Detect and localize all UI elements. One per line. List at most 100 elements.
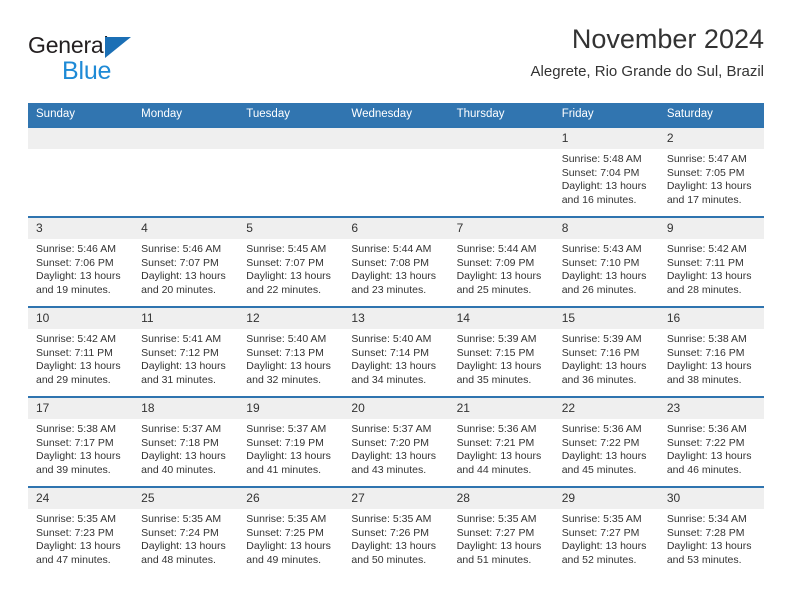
sunset-text: Sunset: 7:25 PM — [246, 526, 324, 539]
day-number: 23 — [658, 398, 764, 419]
day-number: 26 — [238, 488, 344, 509]
sunset-text: Sunset: 7:27 PM — [456, 526, 535, 539]
calendar-day-cell[interactable]: 28 Sunrise: 5:35 AM Sunset: 7:27 PM Dayl… — [448, 486, 554, 576]
day-number: 6 — [343, 218, 449, 239]
daylight-text: Daylight: 13 hours and 34 minutes. — [351, 360, 437, 386]
calendar-day-cell[interactable]: 8 Sunrise: 5:43 AM Sunset: 7:10 PM Dayli… — [553, 216, 659, 307]
day-details — [28, 149, 133, 153]
day-number: 13 — [343, 308, 449, 329]
day-details: Sunrise: 5:35 AM Sunset: 7:24 PM Dayligh… — [133, 509, 238, 567]
calendar-day-cell[interactable]: 13 Sunrise: 5:40 AM Sunset: 7:14 PM Dayl… — [343, 306, 449, 397]
day-details: Sunrise: 5:34 AM Sunset: 7:28 PM Dayligh… — [659, 509, 764, 567]
calendar-day-cell[interactable]: 14 Sunrise: 5:39 AM Sunset: 7:15 PM Dayl… — [448, 306, 554, 397]
calendar-day-cell[interactable]: 12 Sunrise: 5:40 AM Sunset: 7:13 PM Dayl… — [238, 306, 344, 397]
brand-triangle-icon — [105, 37, 132, 58]
calendar-day-cell[interactable]: 3 Sunrise: 5:46 AM Sunset: 7:06 PM Dayli… — [28, 216, 134, 307]
calendar-day-cell[interactable] — [238, 126, 344, 217]
sunset-text: Sunset: 7:19 PM — [246, 436, 324, 449]
daylight-text: Daylight: 13 hours and 40 minutes. — [141, 450, 226, 476]
calendar-day-cell[interactable]: 4 Sunrise: 5:46 AM Sunset: 7:07 PM Dayli… — [133, 216, 239, 307]
sunrise-text: Sunrise: 5:48 AM — [561, 153, 642, 165]
daylight-text: Daylight: 13 hours and 25 minutes. — [456, 270, 542, 296]
sunrise-text: Sunrise: 5:37 AM — [351, 423, 432, 435]
sunrise-text: Sunrise: 5:35 AM — [141, 513, 222, 525]
sunset-text: Sunset: 7:18 PM — [141, 436, 219, 449]
calendar-day-cell[interactable]: 27 Sunrise: 5:35 AM Sunset: 7:26 PM Dayl… — [343, 486, 449, 576]
day-number: 29 — [553, 488, 659, 509]
day-details: Sunrise: 5:40 AM Sunset: 7:14 PM Dayligh… — [343, 329, 448, 387]
sunset-text: Sunset: 7:12 PM — [141, 346, 219, 359]
sunset-text: Sunset: 7:17 PM — [36, 436, 114, 449]
daylight-text: Daylight: 13 hours and 51 minutes. — [456, 540, 542, 566]
calendar-day-cell[interactable]: 18 Sunrise: 5:37 AM Sunset: 7:18 PM Dayl… — [133, 396, 239, 487]
calendar-day-cell[interactable]: 6 Sunrise: 5:44 AM Sunset: 7:08 PM Dayli… — [343, 216, 449, 307]
calendar-day-cell[interactable] — [448, 126, 554, 217]
brand-logo[interactable]: General Blue — [28, 32, 228, 90]
calendar-day-cell[interactable] — [133, 126, 239, 217]
calendar-day-cell[interactable]: 21 Sunrise: 5:36 AM Sunset: 7:21 PM Dayl… — [448, 396, 554, 487]
sunset-text: Sunset: 7:23 PM — [36, 526, 114, 539]
calendar-day-cell[interactable]: 17 Sunrise: 5:38 AM Sunset: 7:17 PM Dayl… — [28, 396, 134, 487]
brand-logo-top-line: General — [28, 32, 228, 58]
sunrise-text: Sunrise: 5:40 AM — [246, 333, 327, 345]
day-details: Sunrise: 5:37 AM Sunset: 7:20 PM Dayligh… — [343, 419, 448, 477]
sunrise-text: Sunrise: 5:47 AM — [666, 153, 747, 165]
calendar-day-cell[interactable]: 2 Sunrise: 5:47 AM Sunset: 7:05 PM Dayli… — [658, 126, 764, 217]
day-number: 7 — [448, 218, 554, 239]
calendar-day-cell[interactable] — [343, 126, 449, 217]
calendar-week-row: 1 Sunrise: 5:48 AM Sunset: 7:04 PM Dayli… — [28, 126, 764, 217]
daylight-text: Daylight: 13 hours and 35 minutes. — [456, 360, 542, 386]
day-number: 3 — [28, 218, 134, 239]
day-number: 15 — [553, 308, 659, 329]
calendar-day-cell[interactable]: 30 Sunrise: 5:34 AM Sunset: 7:28 PM Dayl… — [658, 486, 764, 576]
day-number — [133, 128, 239, 149]
calendar-day-cell[interactable]: 11 Sunrise: 5:41 AM Sunset: 7:12 PM Dayl… — [133, 306, 239, 397]
calendar-day-cell[interactable]: 5 Sunrise: 5:45 AM Sunset: 7:07 PM Dayli… — [238, 216, 344, 307]
page-header: General Blue November 2024 Alegrete, Rio… — [28, 22, 764, 94]
day-details: Sunrise: 5:35 AM Sunset: 7:27 PM Dayligh… — [554, 509, 659, 567]
sunset-text: Sunset: 7:26 PM — [351, 526, 430, 539]
calendar-day-cell[interactable]: 10 Sunrise: 5:42 AM Sunset: 7:11 PM Dayl… — [28, 306, 134, 397]
calendar-day-cell[interactable]: 29 Sunrise: 5:35 AM Sunset: 7:27 PM Dayl… — [553, 486, 659, 576]
sunset-text: Sunset: 7:22 PM — [561, 436, 640, 449]
day-details — [133, 149, 238, 153]
calendar-day-cell[interactable]: 20 Sunrise: 5:37 AM Sunset: 7:20 PM Dayl… — [343, 396, 449, 487]
day-number: 2 — [658, 128, 764, 149]
day-number: 12 — [238, 308, 344, 329]
calendar-day-cell[interactable]: 9 Sunrise: 5:42 AM Sunset: 7:11 PM Dayli… — [658, 216, 764, 307]
day-header-sunday: Sunday — [28, 103, 134, 127]
day-number: 4 — [133, 218, 239, 239]
calendar-day-cell[interactable]: 23 Sunrise: 5:36 AM Sunset: 7:22 PM Dayl… — [658, 396, 764, 487]
day-details: Sunrise: 5:35 AM Sunset: 7:27 PM Dayligh… — [449, 509, 554, 567]
day-details — [343, 149, 448, 153]
calendar-day-cell[interactable]: 22 Sunrise: 5:36 AM Sunset: 7:22 PM Dayl… — [553, 396, 659, 487]
daylight-text: Daylight: 13 hours and 23 minutes. — [351, 270, 437, 296]
calendar-day-cell[interactable]: 16 Sunrise: 5:38 AM Sunset: 7:16 PM Dayl… — [658, 306, 764, 397]
calendar-day-cell[interactable]: 24 Sunrise: 5:35 AM Sunset: 7:23 PM Dayl… — [28, 486, 134, 576]
calendar-day-cell[interactable] — [28, 126, 134, 217]
sunrise-text: Sunrise: 5:36 AM — [561, 423, 642, 435]
day-number: 11 — [133, 308, 239, 329]
calendar-day-cell[interactable]: 1 Sunrise: 5:48 AM Sunset: 7:04 PM Dayli… — [553, 126, 659, 217]
daylight-text: Daylight: 13 hours and 47 minutes. — [36, 540, 121, 566]
day-details: Sunrise: 5:37 AM Sunset: 7:19 PM Dayligh… — [238, 419, 343, 477]
day-header-tuesday: Tuesday — [238, 103, 344, 127]
daylight-text: Daylight: 13 hours and 22 minutes. — [246, 270, 331, 296]
day-details: Sunrise: 5:44 AM Sunset: 7:09 PM Dayligh… — [449, 239, 554, 297]
calendar-day-cell[interactable]: 19 Sunrise: 5:37 AM Sunset: 7:19 PM Dayl… — [238, 396, 344, 487]
calendar-day-cell[interactable]: 7 Sunrise: 5:44 AM Sunset: 7:09 PM Dayli… — [448, 216, 554, 307]
sunset-text: Sunset: 7:21 PM — [456, 436, 535, 449]
day-number: 18 — [133, 398, 239, 419]
calendar-day-cell[interactable]: 26 Sunrise: 5:35 AM Sunset: 7:25 PM Dayl… — [238, 486, 344, 576]
calendar-day-cell[interactable]: 25 Sunrise: 5:35 AM Sunset: 7:24 PM Dayl… — [133, 486, 239, 576]
day-details — [238, 149, 343, 153]
daylight-text: Daylight: 13 hours and 19 minutes. — [36, 270, 121, 296]
calendar-day-cell[interactable]: 15 Sunrise: 5:39 AM Sunset: 7:16 PM Dayl… — [553, 306, 659, 397]
daylight-text: Daylight: 13 hours and 26 minutes. — [561, 270, 647, 296]
day-number: 9 — [658, 218, 764, 239]
daylight-text: Daylight: 13 hours and 32 minutes. — [246, 360, 331, 386]
sunrise-text: Sunrise: 5:45 AM — [246, 243, 327, 255]
day-number: 16 — [658, 308, 764, 329]
day-details: Sunrise: 5:40 AM Sunset: 7:13 PM Dayligh… — [238, 329, 343, 387]
sunset-text: Sunset: 7:16 PM — [561, 346, 640, 359]
